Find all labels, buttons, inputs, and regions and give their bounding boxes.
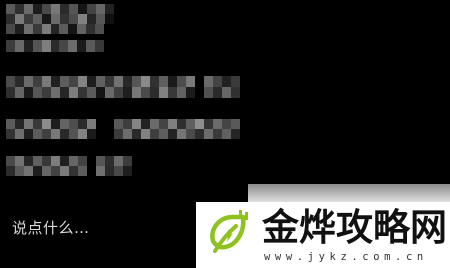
chat-screen: 说点什么… 金烨攻略网 www.jykz.com.cn (0, 0, 450, 268)
pixelated-message-4 (6, 156, 132, 166)
pixelated-message-2 (6, 76, 240, 87)
pixelated-message-1b (6, 14, 116, 24)
pixelated-message-4b (6, 166, 132, 176)
comment-placeholder[interactable]: 说点什么… (12, 217, 90, 238)
watermark-title: 金烨攻略网 (262, 206, 447, 249)
leaf-plug-logo-icon (210, 210, 248, 253)
pixelated-message-2b (6, 87, 240, 98)
pixelated-message-3 (6, 119, 240, 129)
pixelated-message-1d (6, 40, 104, 52)
pixelated-message-1 (6, 4, 116, 14)
pixelated-message-1c (6, 24, 104, 34)
pixelated-message-3b (6, 129, 240, 139)
watermark-url: www.jykz.com.cn (264, 251, 428, 263)
